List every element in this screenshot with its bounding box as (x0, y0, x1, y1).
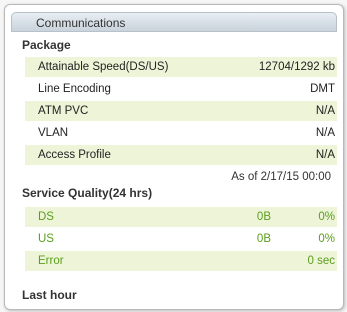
row-bytes: 0B (256, 233, 271, 245)
service-quality-row-error: Error 0 sec (25, 251, 337, 271)
row-label: US (38, 233, 54, 245)
service-quality-row-ds: DS 0B 0% (25, 207, 337, 227)
row-value: 12704/1292 kb (258, 61, 335, 73)
package-row-access-profile: Access Profile N/A (25, 145, 337, 165)
last-hour-section-title: Last hour (22, 288, 77, 302)
row-label: ATM PVC (38, 105, 89, 117)
as-of-timestamp: As of 2/17/15 00:00 (231, 171, 331, 183)
row-label: Line Encoding (38, 83, 111, 95)
row-percent: 0% (318, 211, 335, 223)
row-value: 0 sec (307, 255, 336, 267)
service-quality-section-title: Service Quality(24 hrs) (22, 186, 153, 200)
row-label: Access Profile (38, 149, 111, 161)
row-label: Error (38, 255, 64, 267)
communications-panel: Communications Package Attainable Speed(… (4, 4, 344, 310)
package-row-vlan: VLAN N/A (25, 123, 337, 143)
service-quality-row-us: US 0B 0% (25, 229, 337, 249)
row-value: DMT (310, 83, 335, 95)
row-label: VLAN (38, 127, 69, 139)
panel-title: Communications (11, 12, 337, 32)
row-value: N/A (315, 105, 335, 117)
package-row-attainable-speed: Attainable Speed(DS/US) 12704/1292 kb (25, 57, 337, 77)
row-percent: 0% (318, 233, 335, 245)
row-bytes: 0B (256, 211, 271, 223)
row-value: N/A (315, 127, 335, 139)
row-value: N/A (315, 149, 335, 161)
row-label: Attainable Speed(DS/US) (38, 61, 169, 73)
package-section-title: Package (22, 38, 71, 52)
row-label: DS (38, 211, 54, 223)
package-row-atm-pvc: ATM PVC N/A (25, 101, 337, 121)
package-row-line-encoding: Line Encoding DMT (25, 79, 337, 99)
